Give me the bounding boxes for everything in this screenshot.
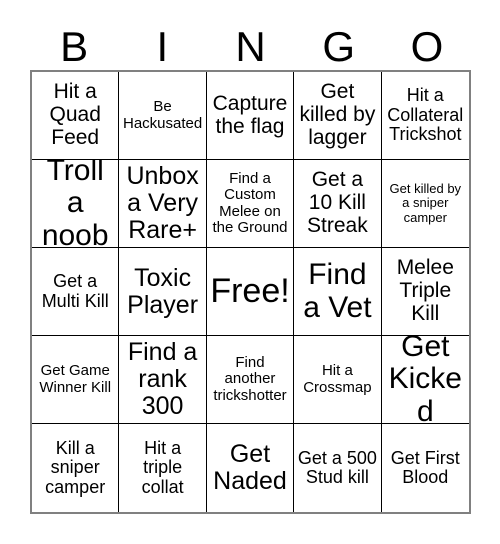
bingo-cell[interactable]: Get a Multi Kill [32, 248, 120, 336]
bingo-cell[interactable]: Capture the flag [206, 72, 295, 160]
bingo-cell-label: Find another trickshotter [213, 354, 287, 404]
bingo-cell[interactable]: Get Kicked [381, 336, 469, 424]
bingo-cell-label: Melee Triple Kill [396, 256, 454, 325]
bingo-cell-label: Kill a sniper camper [45, 437, 106, 497]
bingo-cell[interactable]: Be Hackusated [119, 72, 207, 160]
bingo-cell[interactable]: Unbox a Very Rare+ [119, 160, 207, 248]
bingo-cell-label: Toxic Player [127, 263, 199, 319]
bingo-cell[interactable]: Get First Blood [381, 424, 469, 512]
bingo-cell-label: Capture the flag [212, 91, 288, 138]
bingo-cell-label: Get First Blood [390, 447, 460, 487]
bingo-card: B I N G O Hit a Quad Feed Be Hackusated Ca… [0, 0, 500, 544]
bingo-cell-label: Get Kicked [388, 336, 462, 424]
bingo-cell[interactable]: Kill a sniper camper [32, 424, 120, 512]
bingo-cell-label: Free! [210, 272, 290, 311]
bingo-cell[interactable]: Find a Custom Melee on the Ground [206, 160, 295, 248]
header-letter-o: O [410, 23, 444, 70]
bingo-cell-label: Be Hackusated [122, 98, 203, 132]
bingo-cell-label: Unbox a Very Rare+ [126, 162, 199, 244]
bingo-cell-label: Find a rank 300 [127, 338, 198, 420]
header-letter-b: B [60, 23, 89, 70]
bingo-cell[interactable]: Hit a Quad Feed [32, 72, 120, 160]
header-letter-i: I [156, 23, 169, 70]
bingo-cell[interactable]: Get a 10 Kill Streak [294, 160, 382, 248]
bingo-cell[interactable]: Find another trickshotter [206, 336, 295, 424]
bingo-cell-label: Find a Vet [303, 258, 372, 324]
bingo-grid: Hit a Quad Feed Be Hackusated Capture the … [30, 70, 471, 514]
bingo-cell[interactable]: Get a 500 Stud kill [294, 424, 382, 512]
bingo-cell[interactable]: Get killed by lagger [294, 72, 382, 160]
bingo-cell-label: Find a Custom Melee on the Ground [212, 170, 288, 236]
bingo-cell[interactable]: Hit a Collateral Trickshot [381, 72, 469, 160]
bingo-cell-label: Hit a triple collat [141, 437, 184, 497]
bingo-cell-label: Get Naded [213, 440, 287, 495]
bingo-cell[interactable]: Find a Vet [294, 248, 382, 336]
bingo-cell[interactable]: Hit a Crossmap [294, 336, 382, 424]
bingo-cell-label: Get a Multi Kill [41, 271, 109, 311]
bingo-cell[interactable]: Find a rank 300 [119, 336, 207, 424]
header-letter-n: N [235, 23, 266, 70]
bingo-cell-label: Troll a noob [41, 160, 109, 248]
bingo-cell[interactable]: Get killed by a sniper camper [381, 160, 469, 248]
bingo-cell[interactable]: Hit a triple collat [119, 424, 207, 512]
bingo-cell[interactable]: Free! [206, 248, 295, 336]
bingo-cell-label: Hit a Quad Feed [49, 80, 101, 149]
bingo-cell-label: Hit a Crossmap [303, 362, 372, 396]
bingo-cell[interactable]: Toxic Player [119, 248, 207, 336]
header-letter-g: G [322, 23, 356, 70]
bingo-cell[interactable]: Troll a noob [32, 160, 120, 248]
bingo-cell[interactable]: Get Naded [206, 424, 295, 512]
bingo-cell[interactable]: Melee Triple Kill [381, 248, 469, 336]
bingo-cell-label: Hit a Collateral Trickshot [387, 85, 464, 145]
bingo-cell[interactable]: Get Game Winner Kill [32, 336, 120, 424]
bingo-cell-label: Get Game Winner Kill [39, 362, 112, 396]
bingo-cell-label: Get killed by lagger [299, 80, 376, 149]
bingo-cell-label: Get killed by a sniper camper [389, 181, 462, 225]
bingo-cell-label: Get a 500 Stud kill [297, 447, 377, 487]
bingo-cell-label: Get a 10 Kill Streak [307, 168, 368, 237]
bingo-header: B I N G O [30, 14, 471, 70]
